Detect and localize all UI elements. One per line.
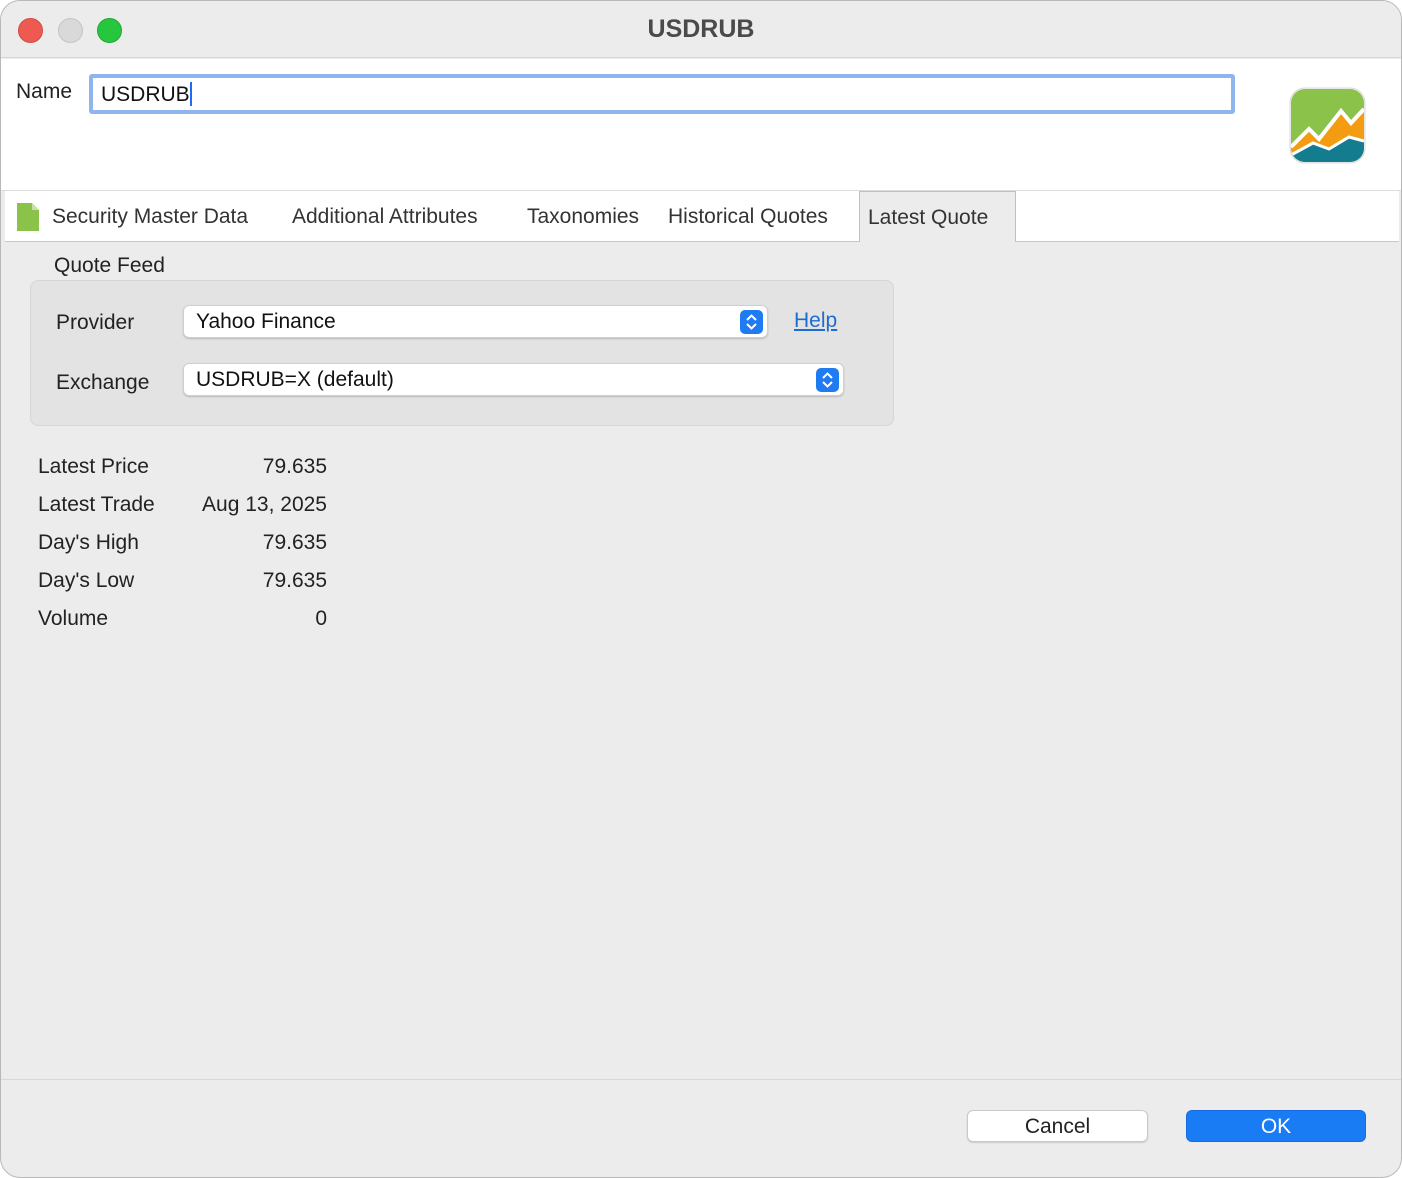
provider-select-value: Yahoo Finance (196, 310, 336, 333)
days-low-label: Day's Low (38, 569, 135, 592)
select-arrows-icon (740, 310, 763, 334)
exchange-select[interactable]: USDRUB=X (default) (183, 363, 844, 396)
exchange-label: Exchange (56, 371, 150, 394)
quote-feed-title: Quote Feed (54, 254, 165, 277)
latest-trade-label: Latest Trade (38, 493, 155, 516)
tab-historical-quotes[interactable]: Historical Quotes (668, 191, 828, 242)
ok-button[interactable]: OK (1186, 1110, 1366, 1142)
name-header: Name USDRUB (1, 59, 1401, 191)
title-bar: USDRUB (1, 1, 1401, 58)
tab-security-master-data[interactable]: Security Master Data (52, 191, 248, 242)
footer-divider (1, 1079, 1401, 1080)
provider-label: Provider (56, 311, 135, 334)
tab-bar: Security Master Data Additional Attribut… (5, 191, 1399, 242)
tab-latest-quote[interactable]: Latest Quote (859, 191, 1016, 242)
tab-taxonomies[interactable]: Taxonomies (527, 191, 639, 242)
quote-feed-group (30, 280, 894, 426)
volume-value: 0 (315, 607, 327, 630)
latest-price-value: 79.635 (262, 455, 327, 478)
name-input-value: USDRUB (101, 83, 190, 106)
help-link[interactable]: Help (794, 309, 837, 333)
dialog-window: USDRUB Name USDRUB Security Master Data … (0, 0, 1402, 1178)
window-title: USDRUB (647, 15, 755, 43)
days-high-value: 79.635 (262, 531, 327, 554)
text-caret (189, 82, 192, 106)
exchange-select-value: USDRUB=X (default) (196, 368, 394, 391)
select-arrows-icon (816, 368, 839, 392)
cancel-button[interactable]: Cancel (967, 1110, 1148, 1142)
name-label: Name (16, 80, 73, 103)
name-input[interactable]: USDRUB (89, 74, 1235, 114)
provider-select[interactable]: Yahoo Finance (183, 305, 768, 338)
volume-label: Volume (38, 607, 109, 630)
days-high-label: Day's High (38, 531, 139, 554)
latest-price-label: Latest Price (38, 455, 149, 478)
document-icon (17, 203, 39, 231)
portfolio-performance-icon (1289, 87, 1366, 164)
tab-additional-attributes[interactable]: Additional Attributes (292, 191, 478, 242)
latest-trade-value: Aug 13, 2025 (202, 493, 327, 516)
days-low-value: 79.635 (262, 569, 327, 592)
